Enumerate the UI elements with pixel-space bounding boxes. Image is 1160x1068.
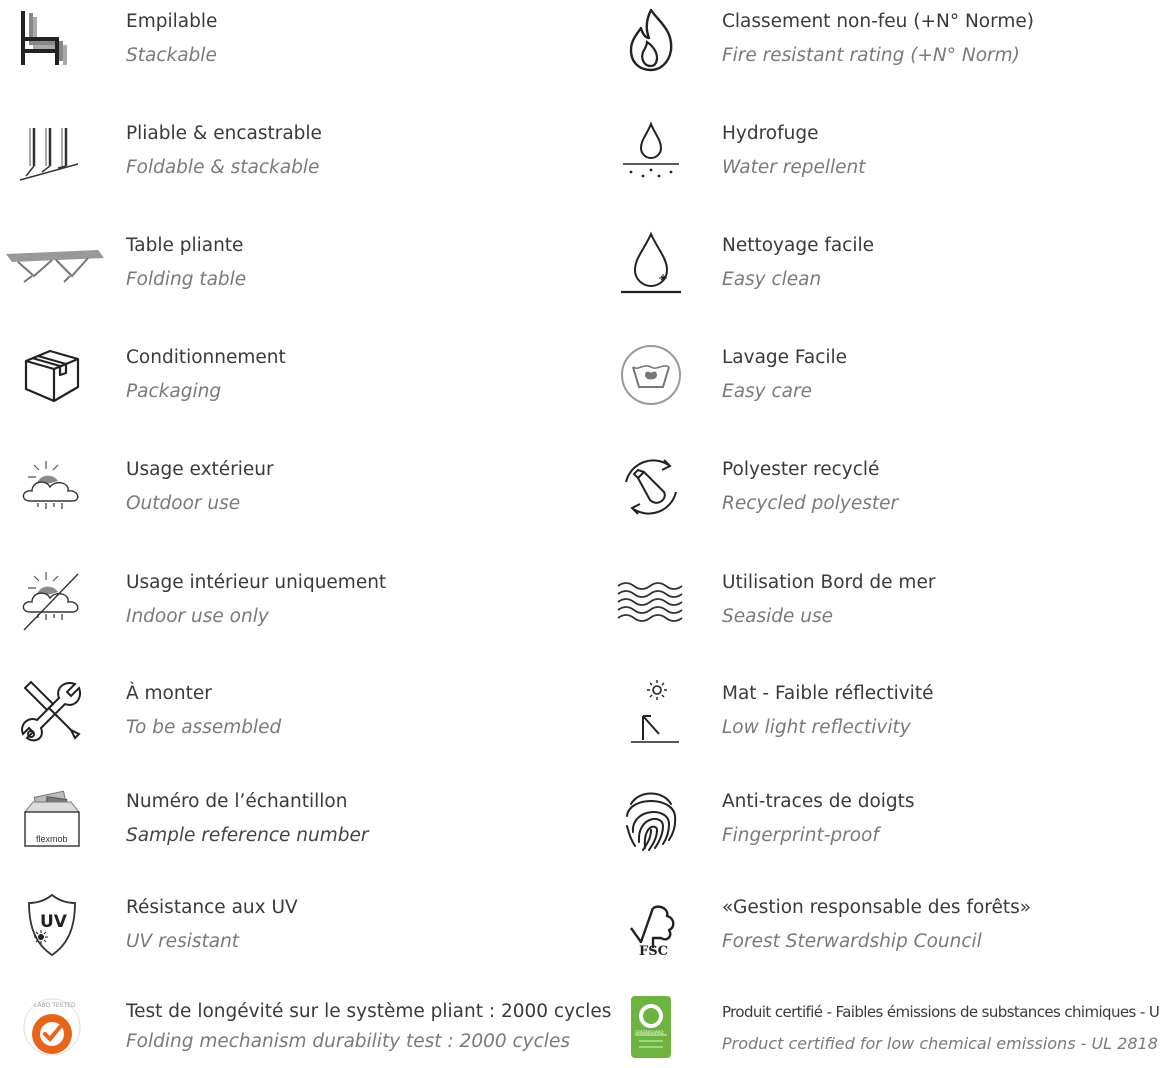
- list-item: Anti-traces de doigts Fingerprint-proof: [597, 780, 1160, 860]
- list-item: GREENGUARD Produit certifié - Faibles ém…: [597, 988, 1160, 1068]
- item-label-fr: Produit certifié - Faibles émissions de …: [722, 1003, 1160, 1021]
- item-label-en: Folding table: [126, 269, 247, 290]
- item-label-fr: Résistance aux UV: [126, 897, 298, 918]
- item-label-en: Low light reflectivity: [722, 717, 911, 738]
- item-label-fr: Hydrofuge: [722, 123, 819, 144]
- fsc-tree-icon: FSC: [611, 892, 691, 959]
- item-label-en: Indoor use only: [126, 606, 269, 627]
- item-label-fr: Mat - Faible réflectivité: [722, 683, 934, 704]
- item-label-en: Easy clean: [722, 269, 822, 290]
- list-item: Lavage Facile Easy care: [597, 336, 1160, 416]
- item-label-en: Easy care: [722, 381, 812, 402]
- fingerprint-icon: [611, 786, 691, 852]
- wash-basin-icon: [611, 342, 691, 408]
- list-item: UV Résistance aux UV UV resistant: [0, 886, 580, 966]
- item-label-fr: Usage extérieur: [126, 459, 274, 480]
- item-label-en: Seaside use: [722, 606, 833, 627]
- item-label-fr: Table pliante: [126, 235, 244, 256]
- flame-icon: [611, 6, 691, 72]
- list-item: Polyester recyclé Recycled polyester: [597, 448, 1160, 528]
- lab-tested-text: LABO TESTED: [34, 1002, 76, 1009]
- stack-chair-icon: [12, 6, 92, 72]
- water-drop-icon: [611, 118, 691, 184]
- folding-table-icon: [4, 230, 104, 296]
- item-label-en: Outdoor use: [126, 493, 241, 514]
- list-item: FSC «Gestion responsable des forêts» For…: [597, 886, 1160, 966]
- item-label-en: Stackable: [126, 45, 217, 66]
- item-label-fr: Test de longévité sur le système pliant …: [126, 1001, 612, 1022]
- item-label-fr: Conditionnement: [126, 347, 286, 368]
- list-item: Pliable & encastrable Foldable & stackab…: [0, 112, 580, 192]
- item-label-fr: Empilable: [126, 11, 218, 32]
- item-label-en: Folding mechanism durability test : 2000…: [126, 1031, 570, 1052]
- list-item: Table pliante Folding table: [0, 224, 580, 304]
- fsc-text: FSC: [639, 944, 668, 959]
- item-label-en: Packaging: [126, 381, 222, 402]
- item-label-fr: Usage intérieur uniquement: [126, 572, 387, 593]
- item-label-en: To be assembled: [126, 717, 282, 738]
- item-label-en: Fire resistant rating (+N° Norm): [722, 45, 1020, 66]
- greenguard-text: GREENGUARD: [635, 1030, 664, 1035]
- list-item: Usage intérieur uniquement Indoor use on…: [0, 561, 580, 641]
- item-label-en: Sample reference number: [126, 825, 369, 846]
- uv-shield-icon: UV: [12, 892, 92, 958]
- list-item: Mat - Faible réflectivité Low light refl…: [597, 672, 1160, 752]
- item-label-fr: Lavage Facile: [722, 347, 848, 368]
- list-item: Empilable Stackable: [0, 0, 580, 80]
- waves-icon: [611, 567, 691, 633]
- indoor-only-icon: [12, 567, 92, 633]
- list-item: Hydrofuge Water repellent: [597, 112, 1160, 192]
- item-label-fr: Anti-traces de doigts: [722, 791, 915, 812]
- lab-tested-badge-icon: LABO TESTED: [12, 994, 92, 1060]
- sample-box-icon: flexmob: [12, 786, 92, 852]
- list-item: flexmob Numéro de l’échantillon Sample r…: [0, 780, 580, 860]
- low-reflect-icon: [611, 678, 691, 744]
- recycled-bottle-icon: [611, 454, 691, 520]
- item-label-fr: Numéro de l’échantillon: [126, 791, 348, 812]
- item-label-fr: Utilisation Bord de mer: [722, 572, 936, 593]
- list-item: Nettoyage facile Easy clean: [597, 224, 1160, 304]
- easy-clean-drop-icon: [611, 230, 691, 296]
- item-label-en: Recycled polyester: [722, 493, 899, 514]
- tools-icon: [12, 678, 92, 744]
- list-item: Utilisation Bord de mer Seaside use: [597, 561, 1160, 641]
- item-label-fr: «Gestion responsable des forêts»: [722, 897, 1032, 918]
- list-item: Classement non-feu (+N° Norme) Fire resi…: [597, 0, 1160, 80]
- item-label-fr: Nettoyage facile: [722, 235, 875, 256]
- greenguard-badge-icon: GREENGUARD: [611, 994, 691, 1060]
- list-item: LABO TESTED Test de longévité sur le sys…: [0, 988, 611, 1068]
- item-label-fr: Classement non-feu (+N° Norme): [722, 11, 1035, 32]
- item-label-en: Fingerprint-proof: [722, 825, 879, 846]
- list-item: Usage extérieur Outdoor use: [0, 448, 580, 528]
- box-icon: [12, 342, 92, 408]
- flexmob-logo: flexmob: [36, 834, 68, 844]
- item-label-en: Foldable & stackable: [126, 157, 320, 178]
- outdoor-weather-icon: [12, 454, 92, 520]
- item-label-en: Water repellent: [722, 157, 866, 178]
- item-label-en: Product certified for low chemical emiss…: [722, 1034, 1158, 1053]
- item-label-en: Forest Sterwardship Council: [722, 931, 982, 952]
- list-item: À monter To be assembled: [0, 672, 580, 752]
- item-label-fr: À monter: [126, 683, 212, 704]
- list-item: Conditionnement Packaging: [0, 336, 580, 416]
- uv-badge-text: UV: [40, 912, 67, 932]
- item-label-fr: Polyester recyclé: [722, 459, 880, 480]
- item-label-fr: Pliable & encastrable: [126, 123, 322, 144]
- fold-chair-icon: [12, 118, 92, 184]
- item-label-en: UV resistant: [126, 931, 240, 952]
